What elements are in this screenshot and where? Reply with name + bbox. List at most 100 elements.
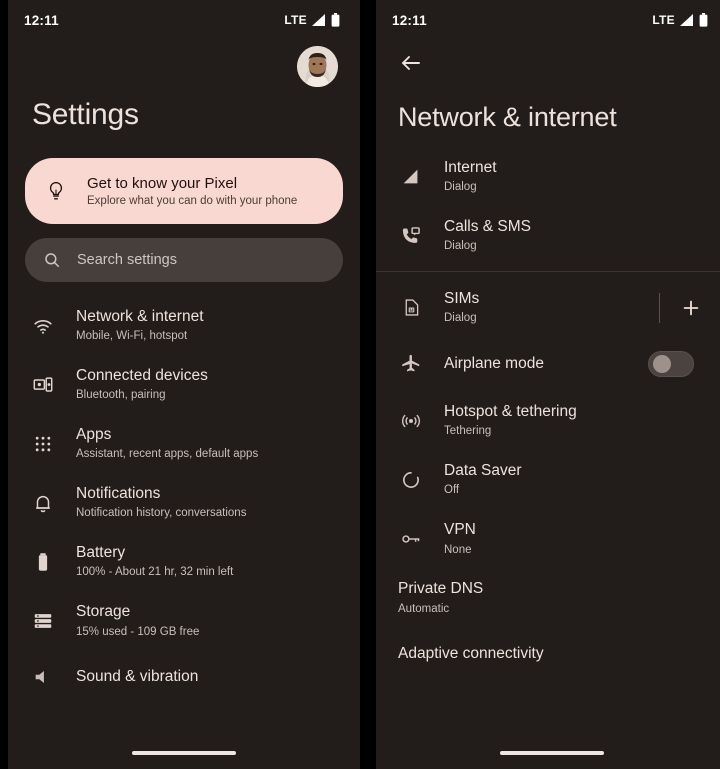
sidebar-item-sublabel: Bluetooth, pairing — [76, 389, 166, 402]
row-text: Apps Assistant, recent apps, default app… — [56, 425, 344, 462]
list-item-sublabel: Off — [444, 484, 460, 497]
airplane-mode-toggle[interactable] — [648, 351, 694, 378]
list-item-label: Calls & SMS — [444, 218, 531, 236]
sidebar-item-network-internet[interactable]: Network & internet Mobile, Wi-Fi, hotspo… — [8, 296, 360, 355]
list-item-data-saver[interactable]: Data Saver Off — [376, 450, 720, 509]
list-item-airplane-mode[interactable]: Airplane mode — [376, 337, 720, 391]
list-item-internet[interactable]: Internet Dialog — [376, 147, 720, 206]
list-item-label: Adaptive connectivity — [398, 645, 544, 663]
list-item-label: SIMs — [444, 290, 480, 308]
wifi-icon — [30, 315, 56, 337]
network-internet-screen: 12:11 LTE Network & internet Internet Di… — [376, 0, 720, 769]
list-item-sims[interactable]: SIMs Dialog — [376, 278, 720, 337]
sidebar-item-storage[interactable]: Storage 15% used - 109 GB free — [8, 591, 360, 650]
search-settings-bar[interactable]: Search settings — [25, 238, 343, 282]
vpn-key-icon — [398, 528, 424, 550]
network-settings-list: Internet Dialog Calls & SMS Dialog SIMs … — [376, 133, 720, 682]
get-to-know-pixel-card[interactable]: Get to know your Pixel Explore what you … — [25, 158, 343, 224]
page-title: Network & internet — [398, 102, 617, 132]
status-indicators: LTE — [652, 13, 708, 27]
sidebar-item-label: Battery — [76, 544, 126, 562]
airplane-icon — [398, 353, 424, 375]
sound-icon — [30, 666, 56, 688]
list-item-calls-sms[interactable]: Calls & SMS Dialog — [376, 206, 720, 265]
sidebar-item-sublabel: 100% - About 21 hr, 32 min left — [76, 566, 234, 579]
row-text: Notifications Notification history, conv… — [56, 484, 344, 521]
row-text: Private DNS Automatic — [398, 579, 712, 616]
row-text: Adaptive connectivity — [398, 644, 712, 664]
list-item-private-dns[interactable]: Private DNS Automatic — [376, 568, 720, 627]
promo-title: Get to know your Pixel — [87, 174, 238, 192]
list-item-sublabel: Dialog — [444, 240, 477, 253]
toggle-knob — [653, 355, 671, 374]
row-text: Sound & vibration — [56, 667, 344, 687]
airplane-trailing — [648, 351, 712, 378]
sidebar-item-sound-vibration[interactable]: Sound & vibration — [8, 650, 360, 704]
data-saver-icon — [398, 469, 424, 491]
list-item-label: Airplane mode — [444, 355, 544, 373]
status-clock: 12:11 — [24, 12, 59, 28]
signal-bars-icon — [680, 14, 694, 26]
apps-grid-icon — [30, 434, 56, 454]
sims-trailing — [659, 292, 712, 323]
add-sim-button[interactable] — [678, 295, 704, 321]
hotspot-icon — [398, 410, 424, 432]
list-item-vpn[interactable]: VPN None — [376, 509, 720, 568]
sidebar-item-label: Storage — [76, 603, 131, 621]
sim-card-icon — [398, 297, 424, 318]
row-text: Data Saver Off — [424, 461, 712, 498]
sidebar-item-notifications[interactable]: Notifications Notification history, conv… — [8, 473, 360, 532]
sidebar-item-sublabel: Notification history, conversations — [76, 507, 247, 520]
network-type-label: LTE — [284, 13, 307, 27]
row-text: Calls & SMS Dialog — [424, 217, 712, 254]
page-title: Settings — [32, 98, 139, 131]
dual-phone-screenshot: 12:11 LTE Settings Get to know your Pixe… — [0, 0, 720, 769]
search-icon — [43, 251, 61, 269]
search-input[interactable]: Search settings — [61, 252, 177, 268]
back-arrow-icon[interactable] — [398, 50, 424, 76]
row-text: Connected devices Bluetooth, pairing — [56, 366, 344, 403]
lightbulb-icon — [43, 180, 69, 202]
list-item-adaptive-connectivity[interactable]: Adaptive connectivity — [376, 628, 720, 682]
storage-icon — [30, 610, 56, 632]
list-item-hotspot-tethering[interactable]: Hotspot & tethering Tethering — [376, 391, 720, 450]
section-divider — [376, 271, 720, 273]
status-indicators: LTE — [284, 13, 340, 27]
row-text: VPN None — [424, 520, 712, 557]
list-item-sublabel: None — [444, 543, 472, 556]
promo-text: Get to know your Pixel Explore what you … — [69, 175, 297, 208]
row-text: Battery 100% - About 21 hr, 32 min left — [56, 543, 344, 580]
promo-subtitle: Explore what you can do with your phone — [87, 195, 298, 208]
sidebar-item-connected-devices[interactable]: Connected devices Bluetooth, pairing — [8, 355, 360, 414]
status-bar: 12:11 LTE — [8, 0, 360, 40]
home-indicator — [500, 751, 604, 755]
battery-full-icon — [699, 13, 708, 27]
settings-home-screen: 12:11 LTE Settings Get to know your Pixe… — [8, 0, 360, 769]
list-item-sublabel: Dialog — [444, 312, 477, 325]
row-text: SIMs Dialog — [424, 289, 659, 326]
row-text: Airplane mode — [424, 354, 648, 374]
sidebar-item-sublabel: 15% used - 109 GB free — [76, 625, 200, 638]
signal-bars-icon — [312, 14, 326, 26]
sidebar-item-label: Network & internet — [76, 308, 204, 325]
list-item-label: Internet — [444, 159, 497, 176]
row-text: Hotspot & tethering Tethering — [424, 402, 712, 439]
avatar[interactable] — [297, 45, 338, 87]
list-item-label: Hotspot & tethering — [444, 403, 577, 421]
home-indicator — [132, 751, 236, 755]
list-item-sublabel: Tethering — [444, 425, 492, 438]
signal-triangle-icon — [398, 166, 424, 188]
list-item-sublabel: Automatic — [398, 602, 450, 615]
sidebar-item-apps[interactable]: Apps Assistant, recent apps, default app… — [8, 414, 360, 473]
list-item-label: VPN — [444, 521, 476, 539]
list-item-label: Data Saver — [444, 462, 522, 480]
calls-sms-icon — [398, 225, 424, 247]
sidebar-item-label: Apps — [76, 426, 112, 444]
row-text: Network & internet Mobile, Wi-Fi, hotspo… — [56, 307, 344, 344]
vertical-divider — [659, 292, 660, 323]
connected-devices-icon — [30, 374, 56, 396]
sidebar-item-sublabel: Mobile, Wi-Fi, hotspot — [76, 330, 188, 343]
list-item-label: Private DNS — [398, 580, 484, 598]
sidebar-item-battery[interactable]: Battery 100% - About 21 hr, 32 min left — [8, 532, 360, 591]
status-clock: 12:11 — [392, 12, 427, 28]
